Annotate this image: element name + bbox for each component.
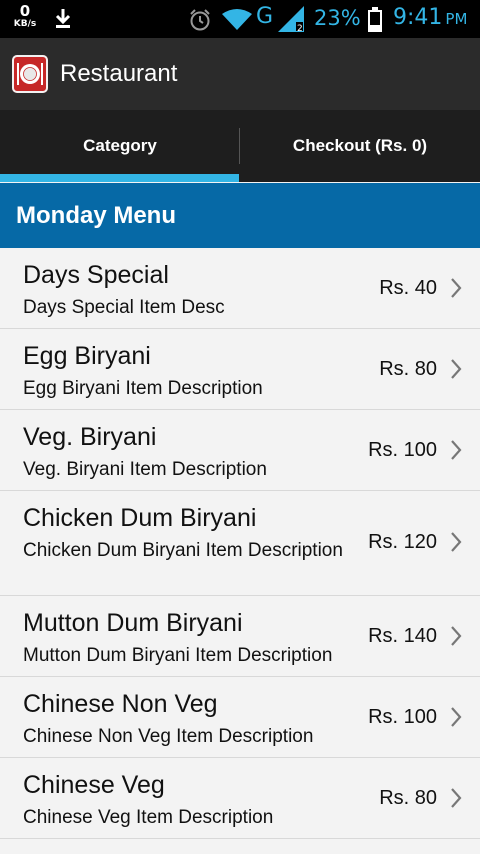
menu-item-chinese-veg[interactable]: Chinese Veg Chinese Veg Item Description…	[0, 758, 480, 839]
clock: 9:41 PM	[393, 5, 467, 30]
item-description: Days Special Item Desc	[23, 297, 225, 318]
chevron-right-icon	[450, 439, 462, 465]
item-price: Rs. 80	[379, 787, 437, 809]
menu-item-veg-biryani[interactable]: Veg. Biryani Veg. Biryani Item Descripti…	[0, 410, 480, 491]
item-price: Rs. 40	[379, 277, 437, 299]
item-name: Chinese Non Veg	[23, 690, 218, 718]
chevron-right-icon	[450, 787, 462, 813]
item-name: Veg. Biryani	[23, 423, 157, 451]
item-price: Rs. 100	[368, 439, 437, 461]
menu-item-chinese-non-veg[interactable]: Chinese Non Veg Chinese Non Veg Item Des…	[0, 677, 480, 758]
item-name: Chinese Veg	[23, 771, 165, 799]
clock-ampm: PM	[445, 10, 468, 28]
chevron-right-icon	[450, 277, 462, 303]
app-title: Restaurant	[60, 60, 178, 87]
tab-category[interactable]: Category	[0, 110, 240, 182]
chevron-right-icon	[450, 625, 462, 651]
item-name: Days Special	[23, 261, 169, 289]
wifi-icon	[222, 8, 252, 36]
action-bar: Restaurant	[0, 38, 480, 110]
battery-icon	[367, 7, 383, 37]
restaurant-plate-icon[interactable]	[12, 55, 48, 93]
signal-icon: 2	[278, 6, 306, 36]
speed-value: 0	[19, 2, 31, 20]
chevron-right-icon	[450, 706, 462, 732]
item-description: Chinese Veg Item Description	[23, 807, 274, 828]
tab-checkout[interactable]: Checkout (Rs. 0)	[240, 110, 480, 182]
download-icon	[54, 8, 72, 34]
alarm-icon	[188, 8, 212, 36]
section-title: Monday Menu	[16, 202, 176, 229]
speed-unit: KB/s	[13, 19, 37, 29]
network-type: G	[256, 4, 274, 29]
item-description: Chicken Dum Biryani Item Description	[23, 540, 343, 561]
tab-bar: Category Checkout (Rs. 0)	[0, 110, 480, 182]
svg-text:2: 2	[297, 24, 303, 32]
item-name: Mutton Dum Biryani	[23, 609, 243, 637]
item-price: Rs. 80	[379, 358, 437, 380]
menu-item-days-special[interactable]: Days Special Days Special Item Desc Rs. …	[0, 248, 480, 329]
selected-tab-indicator	[0, 174, 239, 182]
chevron-right-icon	[450, 358, 462, 384]
network-speed: 0 KB/s	[10, 4, 40, 30]
clock-time: 9:41	[393, 5, 443, 30]
item-price: Rs. 100	[368, 706, 437, 728]
menu-item-chicken-dum-biryani[interactable]: Chicken Dum Biryani Chicken Dum Biryani …	[0, 491, 480, 596]
menu-list: Days Special Days Special Item Desc Rs. …	[0, 248, 480, 839]
menu-item-egg-biryani[interactable]: Egg Biryani Egg Biryani Item Description…	[0, 329, 480, 410]
item-price: Rs. 140	[368, 625, 437, 647]
menu-item-mutton-dum-biryani[interactable]: Mutton Dum Biryani Mutton Dum Biryani It…	[0, 596, 480, 677]
item-description: Mutton Dum Biryani Item Description	[23, 645, 333, 666]
item-description: Chinese Non Veg Item Description	[23, 726, 314, 747]
status-bar: 0 KB/s G 2 23% 9:41 PM	[0, 0, 480, 38]
section-header: Monday Menu	[0, 183, 480, 248]
item-name: Egg Biryani	[23, 342, 151, 370]
item-price: Rs. 120	[368, 531, 437, 553]
item-description: Egg Biryani Item Description	[23, 378, 263, 399]
chevron-right-icon	[450, 531, 462, 557]
item-name: Chicken Dum Biryani	[23, 504, 257, 532]
item-description: Veg. Biryani Item Description	[23, 459, 267, 480]
battery-percent: 23%	[314, 6, 361, 30]
